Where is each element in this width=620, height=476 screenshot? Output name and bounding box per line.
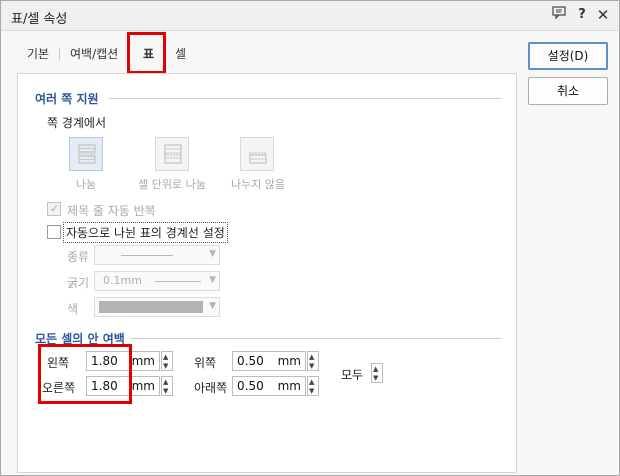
thickness-value: 0.1mm	[103, 274, 142, 287]
split-by-cell-label: 셀 단위로 나눔	[138, 178, 206, 191]
top-margin-value: 0.50	[237, 354, 264, 368]
chevron-up-icon: ▲	[163, 353, 169, 361]
top-margin-label: 위쪽	[194, 356, 217, 370]
dialog-title: 표/셀 속성	[11, 12, 68, 27]
bottom-margin-label: 아래쪽	[194, 381, 228, 395]
split-table-label: 나눔	[75, 178, 97, 191]
chevron-down-icon: ▼	[163, 387, 169, 395]
unit-label: mm	[277, 379, 301, 393]
top-margin-input[interactable]: 0.50 mm	[232, 351, 306, 371]
chevron-up-icon: ▲	[309, 378, 315, 386]
top-margin-stepper[interactable]: ▲ ▼	[307, 351, 319, 371]
chevron-down-icon: ▼	[373, 374, 379, 382]
table-tab-highlight	[127, 32, 166, 74]
no-split-option[interactable]	[240, 137, 274, 171]
page-split-section-title: 여러 쪽 지원	[35, 92, 99, 106]
split-by-cell-option[interactable]	[155, 137, 189, 171]
left-right-margin-highlight	[38, 344, 132, 404]
tab-margin-caption[interactable]: 여백/캡션	[70, 45, 118, 62]
border-type-select[interactable]: ▼	[94, 245, 220, 265]
bottom-margin-stepper[interactable]: ▲ ▼	[307, 376, 319, 396]
tab-separator	[59, 48, 60, 60]
right-margin-stepper[interactable]: ▲ ▼	[161, 376, 173, 396]
chevron-down-icon: ▼	[209, 301, 216, 311]
help-icon[interactable]: ?	[573, 6, 591, 24]
chevron-up-icon: ▲	[309, 353, 315, 361]
table-cell-properties-dialog: 표/셀 속성 ? ✕ 기본 여백/캡션 표 셀 설정(D) 취소 여러 쪽 지원…	[0, 0, 620, 476]
line-sample	[121, 255, 173, 256]
all-margin-label: 모두	[341, 368, 364, 382]
left-margin-stepper[interactable]: ▲ ▼	[161, 351, 173, 371]
repeat-header-checkbox[interactable]: ✓	[47, 202, 61, 216]
ok-button[interactable]: 설정(D)	[528, 42, 608, 70]
check-icon: ✓	[50, 202, 60, 215]
boundary-label: 쪽 경계에서	[47, 116, 107, 130]
chevron-up-icon: ▲	[373, 365, 379, 373]
close-icon[interactable]: ✕	[594, 6, 612, 24]
border-color-label: 색	[67, 302, 79, 316]
section-divider	[131, 338, 501, 339]
no-split-label: 나누지 않음	[230, 178, 286, 191]
unit-label: mm	[277, 354, 301, 368]
auto-border-label[interactable]: 자동으로 나뉜 표의 경계선 설정	[63, 222, 228, 243]
title-bar: 표/셀 속성 ? ✕	[1, 1, 619, 31]
auto-border-checkbox[interactable]	[47, 225, 61, 239]
split-by-cell-icon	[164, 144, 182, 164]
repeat-header-label: 제목 줄 자동 반복	[67, 204, 156, 218]
border-thickness-label: 굵기	[67, 276, 90, 290]
chevron-down-icon: ▼	[209, 275, 216, 285]
line-sample	[155, 281, 201, 282]
tab-cell[interactable]: 셀	[175, 45, 186, 62]
unit-label: mm	[131, 379, 155, 393]
chevron-down-icon: ▼	[309, 362, 315, 370]
all-margin-stepper[interactable]: ▲ ▼	[371, 363, 383, 383]
section-divider	[109, 98, 501, 99]
table-settings-panel: 여러 쪽 지원 쪽 경계에서 나눔 셀 단위로 나눔 나누지 않음 ✓ 제목 줄…	[17, 73, 517, 473]
unit-label: mm	[131, 354, 155, 368]
no-split-icon	[249, 152, 267, 164]
chevron-down-icon: ▼	[163, 362, 169, 370]
bottom-margin-input[interactable]: 0.50 mm	[232, 376, 306, 396]
split-table-icon	[78, 144, 96, 164]
chevron-down-icon: ▼	[309, 387, 315, 395]
comment-icon[interactable]	[550, 6, 568, 24]
tab-basic[interactable]: 기본	[27, 45, 49, 62]
border-color-select[interactable]: ▼	[94, 297, 220, 317]
chevron-down-icon: ▼	[209, 249, 216, 259]
border-type-label: 종류	[67, 250, 90, 264]
border-thickness-select[interactable]: 0.1mm ▼	[94, 271, 220, 291]
chevron-up-icon: ▲	[163, 378, 169, 386]
cancel-button[interactable]: 취소	[528, 77, 608, 105]
split-table-option[interactable]	[69, 137, 103, 171]
color-swatch	[99, 301, 203, 313]
bottom-margin-value: 0.50	[237, 379, 264, 393]
